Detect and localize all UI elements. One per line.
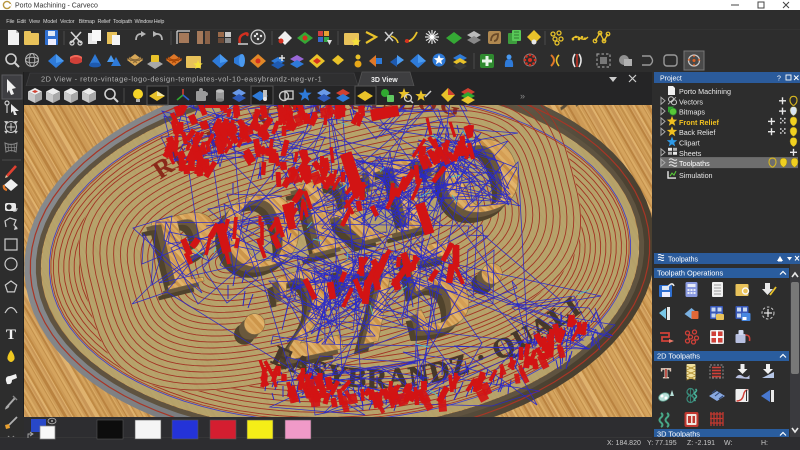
svg-text:Toolpaths: Toolpaths — [668, 257, 698, 264]
svg-text:Y: 77.195: Y: 77.195 — [647, 440, 677, 447]
svg-text:2D Toolpaths: 2D Toolpaths — [657, 352, 700, 361]
svg-text:Help: Help — [154, 19, 165, 25]
svg-text:2D View - retro-vintage-logo-d: 2D View - retro-vintage-logo-design-temp… — [41, 75, 322, 84]
svg-text:Model: Model — [43, 19, 57, 25]
svg-text:Back Relief: Back Relief — [679, 128, 715, 137]
svg-text:Toolpath Operations: Toolpath Operations — [657, 269, 723, 278]
svg-text:Porto Machining: Porto Machining — [679, 87, 731, 96]
svg-text:View: View — [29, 19, 40, 25]
svg-text:Vectors: Vectors — [679, 97, 703, 106]
svg-text:Relief: Relief — [98, 19, 112, 25]
svg-text:Bitmap: Bitmap — [79, 19, 95, 25]
svg-text:Clipart: Clipart — [679, 139, 700, 148]
svg-text:File: File — [6, 19, 14, 25]
svg-text:W:: W: — [724, 440, 732, 447]
svg-text:Vector: Vector — [60, 19, 75, 25]
svg-text:Porto Machining - Carveco: Porto Machining - Carveco — [15, 3, 98, 10]
svg-text:Simulation: Simulation — [679, 171, 713, 180]
svg-text:Z: -2.191: Z: -2.191 — [687, 440, 715, 447]
svg-text:X: 184.820: X: 184.820 — [607, 440, 641, 447]
svg-text:Project: Project — [660, 76, 682, 83]
svg-text:3D View: 3D View — [371, 77, 398, 84]
svg-text:Window: Window — [135, 19, 154, 25]
svg-text:H:: H: — [761, 440, 768, 447]
svg-text:Toolpaths: Toolpaths — [679, 159, 710, 168]
svg-text:T: T — [6, 327, 16, 343]
svg-text:?: ? — [777, 76, 781, 83]
svg-text:T: T — [661, 366, 671, 382]
svg-text:Front Relief: Front Relief — [679, 118, 720, 127]
svg-text:Bitmaps: Bitmaps — [679, 108, 705, 117]
svg-text:»: » — [520, 91, 525, 101]
svg-text:Toolpath: Toolpath — [113, 19, 132, 25]
svg-text:Sheets: Sheets — [679, 149, 702, 158]
svg-text:Edit: Edit — [17, 19, 26, 25]
